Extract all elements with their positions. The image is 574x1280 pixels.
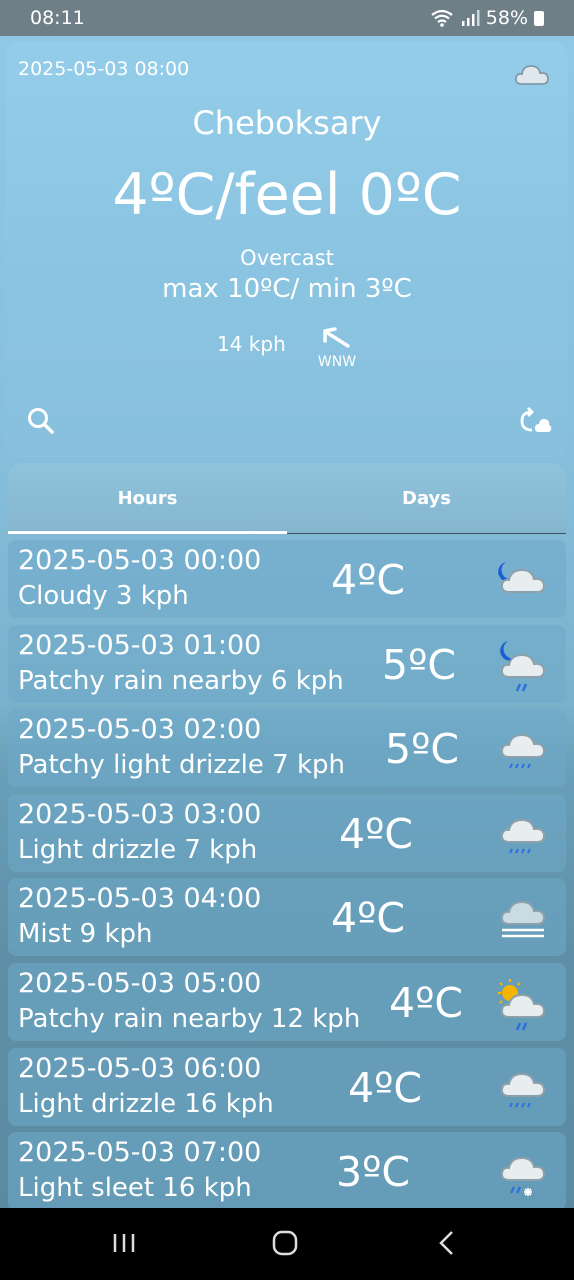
max-min-temperature: max 10ºC/ min 3ºC bbox=[162, 274, 412, 304]
drizzle-icon bbox=[500, 733, 546, 769]
mist-icon bbox=[500, 900, 546, 938]
hour-description: Cloudy 3 kph bbox=[18, 581, 189, 611]
cloud-moon-icon bbox=[498, 562, 546, 593]
hour-description: Light sleet 16 kph bbox=[18, 1173, 252, 1203]
system-nav-bar bbox=[0, 1208, 574, 1280]
list-item[interactable]: 2025-05-03 07:00 Light sleet 16 kph 3ºC bbox=[8, 1132, 566, 1210]
hour-description: Patchy light drizzle 7 kph bbox=[18, 750, 345, 780]
list-item[interactable]: 2025-05-03 01:00 Patchy rain nearby 6 kp… bbox=[8, 625, 566, 703]
hour-date: 2025-05-03 00:00 bbox=[18, 545, 262, 576]
hour-date: 2025-05-03 01:00 bbox=[18, 630, 262, 661]
hour-date: 2025-05-03 06:00 bbox=[18, 1053, 262, 1084]
list-item[interactable]: 2025-05-03 06:00 Light drizzle 16 kph 4º… bbox=[8, 1048, 566, 1126]
hour-description: Patchy rain nearby 6 kph bbox=[18, 666, 344, 696]
hour-temperature: 5ºC bbox=[382, 641, 457, 689]
tab-indicator bbox=[8, 531, 287, 534]
drizzle-icon bbox=[500, 818, 546, 854]
tab-bar: Hours Days bbox=[8, 463, 566, 535]
rain-sun-icon bbox=[498, 979, 546, 1031]
drizzle-icon bbox=[500, 1072, 546, 1108]
hour-temperature: 5ºC bbox=[385, 725, 460, 773]
hour-description: Patchy rain nearby 12 kph bbox=[18, 1004, 361, 1034]
hour-temperature: 3ºC bbox=[336, 1148, 411, 1196]
tab-hours[interactable]: Hours bbox=[8, 463, 287, 535]
current-temperature: 4ºC/feel 0ºC bbox=[112, 162, 462, 228]
sleet-icon bbox=[500, 1156, 546, 1196]
back-icon[interactable] bbox=[438, 1230, 456, 1256]
hour-description: Light drizzle 16 kph bbox=[18, 1089, 274, 1119]
status-icons: 58% bbox=[430, 7, 544, 29]
home-icon[interactable] bbox=[272, 1230, 298, 1256]
tab-divider bbox=[287, 533, 566, 534]
wind-speed: 14 kph bbox=[217, 332, 286, 356]
tab-days[interactable]: Days bbox=[287, 463, 566, 535]
battery-percent: 58% bbox=[485, 7, 528, 29]
current-condition: Overcast bbox=[240, 246, 334, 270]
hour-temperature: 4ºC bbox=[348, 1064, 423, 1112]
search-icon[interactable] bbox=[26, 406, 56, 436]
hour-temperature: 4ºC bbox=[389, 979, 464, 1027]
wind-direction-label: WNW bbox=[317, 354, 357, 370]
hour-temperature: 4ºC bbox=[331, 556, 406, 604]
cloud-icon bbox=[514, 65, 549, 85]
signal-icon bbox=[461, 10, 480, 26]
hour-date: 2025-05-03 07:00 bbox=[18, 1137, 262, 1168]
list-item[interactable]: 2025-05-03 05:00 Patchy rain nearby 12 k… bbox=[8, 963, 566, 1041]
current-weather-card: 2025-05-03 08:00 Cheboksary 4ºC/feel 0ºC… bbox=[6, 42, 568, 457]
refresh-location-icon[interactable] bbox=[518, 406, 552, 436]
wifi-icon bbox=[431, 9, 453, 27]
wind-arrow-icon bbox=[323, 327, 350, 348]
status-bar: 08:11 58% bbox=[0, 0, 574, 36]
wind-direction: WNW bbox=[312, 326, 362, 370]
list-item[interactable]: 2025-05-03 04:00 Mist 9 kph 4ºC bbox=[8, 878, 566, 956]
hour-date: 2025-05-03 03:00 bbox=[18, 799, 262, 830]
status-time: 08:11 bbox=[30, 7, 85, 29]
hour-description: Mist 9 kph bbox=[18, 919, 153, 949]
current-datetime: 2025-05-03 08:00 bbox=[18, 58, 190, 80]
list-item[interactable]: 2025-05-03 02:00 Patchy light drizzle 7 … bbox=[8, 709, 566, 787]
rain-moon-icon bbox=[500, 641, 546, 692]
hour-temperature: 4ºC bbox=[339, 810, 414, 858]
hour-date: 2025-05-03 02:00 bbox=[18, 714, 262, 745]
hour-temperature: 4ºC bbox=[331, 894, 406, 942]
list-item[interactable]: 2025-05-03 00:00 Cloudy 3 kph 4ºC bbox=[8, 540, 566, 618]
city-name: Cheboksary bbox=[192, 104, 382, 142]
hour-date: 2025-05-03 04:00 bbox=[18, 883, 262, 914]
hour-description: Light drizzle 7 kph bbox=[18, 835, 258, 865]
battery-icon bbox=[534, 10, 544, 26]
recent-apps-icon[interactable] bbox=[112, 1232, 136, 1254]
list-item[interactable]: 2025-05-03 03:00 Light drizzle 7 kph 4ºC bbox=[8, 794, 566, 872]
hour-date: 2025-05-03 05:00 bbox=[18, 968, 262, 999]
